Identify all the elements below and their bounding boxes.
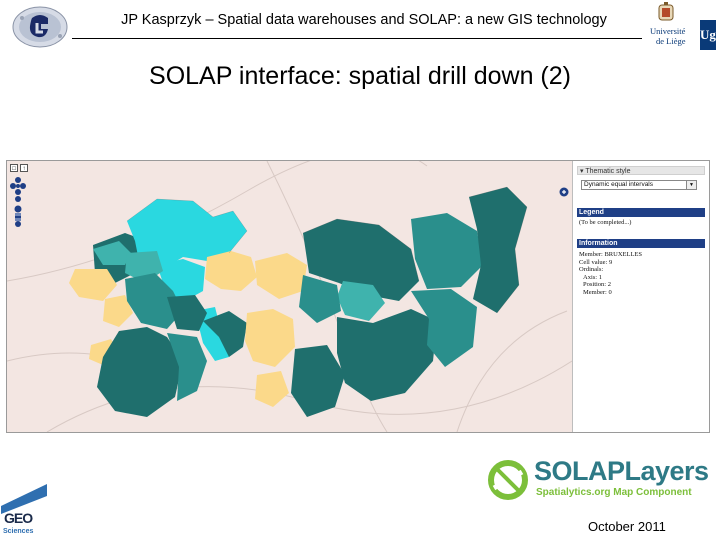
university-name-line1: Université [650,26,686,36]
thematic-style-select[interactable]: Dynamic equal intervals ▼ [581,180,697,190]
info-line: Cell value: 9 [579,258,613,266]
information-header[interactable]: Information [577,239,705,248]
pan-compass-icon[interactable] [10,176,26,202]
legend-text: (To be completed...) [579,219,632,226]
layer-switcher-icon[interactable] [559,187,569,197]
side-panel: ▾ Thematic style Dynamic equal intervals… [573,161,709,432]
geo-logo-text-top: GEO [4,510,33,526]
footer-date: October 2011 [588,519,666,534]
solaplayers-emblem-icon [488,460,528,500]
thematic-style-header[interactable]: ▾ Thematic style [577,166,705,175]
region-dark-teal-far-south[interactable] [291,345,345,417]
info-line: Axis: 1 [583,273,602,281]
region-dark-teal-south-east[interactable] [337,309,437,401]
solaplayers-name: SOLAPLayers [534,456,709,486]
map-info-button[interactable]: ↑ [20,164,28,172]
region-yellow-central-east[interactable] [255,253,307,299]
university-mark: Ug [700,20,716,50]
thematic-style-header-label: Thematic style [585,168,631,175]
region-yellow-central-north[interactable] [205,251,257,291]
region-mid-teal-east[interactable] [411,213,483,289]
select-arrow-icon[interactable]: ▼ [686,181,696,189]
university-logo: Université de Liège Ug [650,2,718,52]
slide-title: SOLAP interface: spatial drill down (2) [149,62,571,90]
map-viewport[interactable]: □ ↑ [7,161,572,432]
info-line: Position: 2 [583,281,611,288]
geo-sciences-logo: GEO Sciences [1,484,47,538]
solaplayers-tagline: Spatialytics.org Map Component [536,487,692,498]
map-toolbar-button[interactable]: □ [10,164,18,172]
thematic-style-selected: Dynamic equal intervals [584,181,654,188]
header-title: JP Kasprzyk – Spatial data warehouses an… [121,12,607,28]
choropleth-map[interactable] [7,161,572,432]
info-line: Member: 0 [583,288,612,296]
region-yellow-south-center[interactable] [245,309,295,367]
solaplayers-logo: SOLAPLayers Spatialytics.org Map Compone… [486,456,712,504]
header-divider [72,38,642,39]
region-west-yellow-1[interactable] [69,269,117,301]
solap-app-window: □ ↑ ▾ Thematic style Dynamic equal inter… [6,160,710,433]
legend-header[interactable]: Legend [577,208,705,217]
university-crest-icon [658,2,674,21]
info-line: Ordinals: [579,266,604,273]
zoom-bar-icon[interactable] [13,205,23,227]
left-globe-logo-icon [12,6,68,48]
region-yellow-south[interactable] [255,371,289,407]
university-name-line2: de Liège [656,36,686,46]
info-line: Member: BRUXELLES [579,251,643,258]
region-dark-teal-core[interactable] [167,295,207,331]
geo-logo-text-bottom: Sciences [3,528,34,535]
